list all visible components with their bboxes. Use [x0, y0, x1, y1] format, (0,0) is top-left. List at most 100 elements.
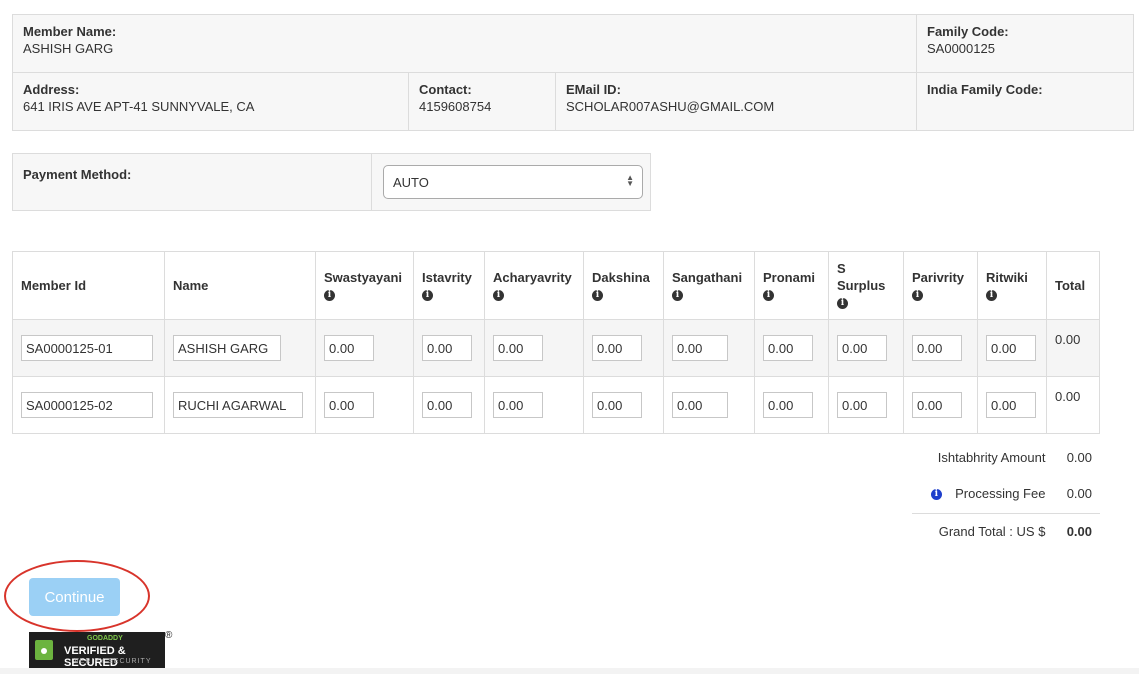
dakshina-cell	[583, 376, 664, 434]
footer-band	[0, 668, 1139, 674]
acharyavrity-input[interactable]	[493, 335, 543, 361]
pronami-input[interactable]	[763, 392, 813, 418]
contribution-table: Member Id Name Swastyayani i Istavrity i A…	[12, 251, 1100, 434]
india-family-code-cell: India Family Code:	[916, 72, 1134, 131]
swastyayani-cell	[315, 319, 414, 377]
info-icon[interactable]: i	[592, 289, 603, 301]
col-istavrity: Istavrity i	[413, 251, 485, 320]
istavrity-input[interactable]	[422, 335, 472, 361]
contact-cell: Contact: 4159608754	[408, 72, 556, 131]
col-name: Name	[164, 251, 316, 320]
col-sangathani: Sangathani i	[663, 251, 755, 320]
col-acharyavrity: Acharyavrity i	[484, 251, 584, 320]
parivrity-cell	[903, 376, 978, 434]
grand-total-label: Grand Total : US $	[938, 524, 1046, 539]
parivrity-cell	[903, 319, 978, 377]
sangathani-cell	[663, 319, 755, 377]
info-icon[interactable]: i	[912, 289, 923, 301]
email-value: SCHOLAR007ASHU@GMAIL.COM	[566, 99, 775, 114]
swastyayani-input[interactable]	[324, 335, 374, 361]
name-cell	[164, 319, 316, 377]
col-pronami-label: Pronami	[763, 269, 816, 285]
member-name-value: ASHISH GARG	[23, 41, 114, 56]
member-info-panel: Member Name: ASHISH GARG Family Code: SA…	[12, 14, 1134, 131]
col-parivrity: Parivrity i	[903, 251, 978, 320]
dakshina-input[interactable]	[592, 335, 642, 361]
istavrity-input[interactable]	[422, 392, 472, 418]
ritwiki-input[interactable]	[986, 392, 1036, 418]
swastyayani-input[interactable]	[324, 392, 374, 418]
payment-method-select[interactable]: AUTO ▲ ▼	[383, 165, 643, 199]
member-id-input[interactable]	[21, 335, 153, 361]
name-input[interactable]	[173, 335, 281, 361]
info-icon[interactable]: i	[837, 298, 848, 310]
select-caret-icon: ▲ ▼	[626, 173, 634, 188]
info-icon[interactable]: i	[422, 289, 433, 301]
payment-divider	[371, 154, 372, 210]
total-cell: 0.00	[1046, 319, 1100, 377]
family-code-label: Family Code:	[927, 24, 1009, 39]
info-icon[interactable]: i	[672, 289, 683, 301]
total-cell: 0.00	[1046, 376, 1100, 434]
ritwiki-input[interactable]	[986, 335, 1036, 361]
security-seal[interactable]: GODADDY VERIFIED & SECURED VERIFY SECURI…	[29, 632, 165, 669]
ritwiki-cell	[977, 376, 1047, 434]
col-swastyayani-label: Swastyayani	[324, 269, 403, 285]
sangathani-input[interactable]	[672, 392, 728, 418]
seal-title: VERIFIED & SECURED	[64, 645, 126, 669]
pronami-cell	[754, 319, 829, 377]
member-name-label: Member Name:	[23, 24, 117, 39]
parivrity-input[interactable]	[912, 392, 962, 418]
col-sangathani-label: Sangathani	[672, 269, 743, 285]
member-id-cell	[12, 376, 165, 434]
address-cell: Address: 641 IRIS AVE APT-41 SUNNYVALE, …	[12, 72, 409, 131]
dakshina-cell	[583, 319, 664, 377]
s-surplus-input[interactable]	[837, 335, 887, 361]
pronami-input[interactable]	[763, 335, 813, 361]
sangathani-input[interactable]	[672, 335, 728, 361]
dakshina-input[interactable]	[592, 392, 642, 418]
col-total: Total	[1046, 251, 1100, 320]
payment-method-selected: AUTO	[393, 175, 429, 190]
email-cell: EMail ID: SCHOLAR007ASHU@GMAIL.COM	[555, 72, 917, 131]
ritwiki-cell	[977, 319, 1047, 377]
parivrity-input[interactable]	[912, 335, 962, 361]
grand-total-row: Grand Total : US $ 0.00	[939, 524, 1092, 539]
info-icon[interactable]: i	[324, 289, 335, 301]
s-surplus-cell	[828, 319, 904, 377]
ishtabhrity-label: Ishtabhrity Amount	[937, 450, 1046, 465]
ishtabhrity-row: Ishtabhrity Amount 0.00	[938, 450, 1092, 465]
info-icon[interactable]: i	[493, 289, 504, 301]
seal-subtitle: VERIFY SECURITY	[74, 658, 152, 665]
acharyavrity-cell	[484, 376, 584, 434]
continue-button[interactable]: Continue	[29, 578, 120, 616]
summary-divider	[912, 513, 1100, 514]
payment-method-label: Payment Method:	[23, 167, 132, 182]
payment-method-panel: Payment Method: AUTO ▲ ▼	[12, 153, 651, 211]
member-name-cell: Member Name: ASHISH GARG	[12, 14, 917, 73]
col-pronami: Pronami i	[754, 251, 829, 320]
processing-fee-label: Processing Fee	[955, 486, 1046, 501]
acharyavrity-cell	[484, 319, 584, 377]
member-id-input[interactable]	[21, 392, 153, 418]
table-row: 0.00	[12, 319, 1100, 377]
info-icon[interactable]: i	[986, 289, 997, 301]
family-code-cell: Family Code: SA0000125	[916, 14, 1134, 73]
col-acharyavrity-label: Acharyavrity	[493, 269, 572, 285]
istavrity-cell	[413, 319, 485, 377]
family-code-value: SA0000125	[927, 41, 995, 56]
s-surplus-input[interactable]	[837, 392, 887, 418]
col-ritwiki-label: Ritwiki	[986, 269, 1028, 285]
address-label: Address:	[23, 82, 80, 97]
grand-total-value: 0.00	[1066, 524, 1092, 539]
address-value: 641 IRIS AVE APT-41 SUNNYVALE, CA	[23, 99, 255, 114]
processing-fee-info-icon[interactable]: i	[930, 489, 942, 501]
col-dakshina: Dakshina i	[583, 251, 664, 320]
registered-mark: ®	[165, 630, 173, 641]
name-input[interactable]	[173, 392, 303, 418]
col-istavrity-label: Istavrity	[422, 269, 472, 285]
info-icon[interactable]: i	[763, 289, 774, 301]
processing-fee-value: 0.00	[1066, 486, 1092, 501]
acharyavrity-input[interactable]	[493, 392, 543, 418]
col-s-surplus-label: S Surplus	[837, 261, 886, 293]
